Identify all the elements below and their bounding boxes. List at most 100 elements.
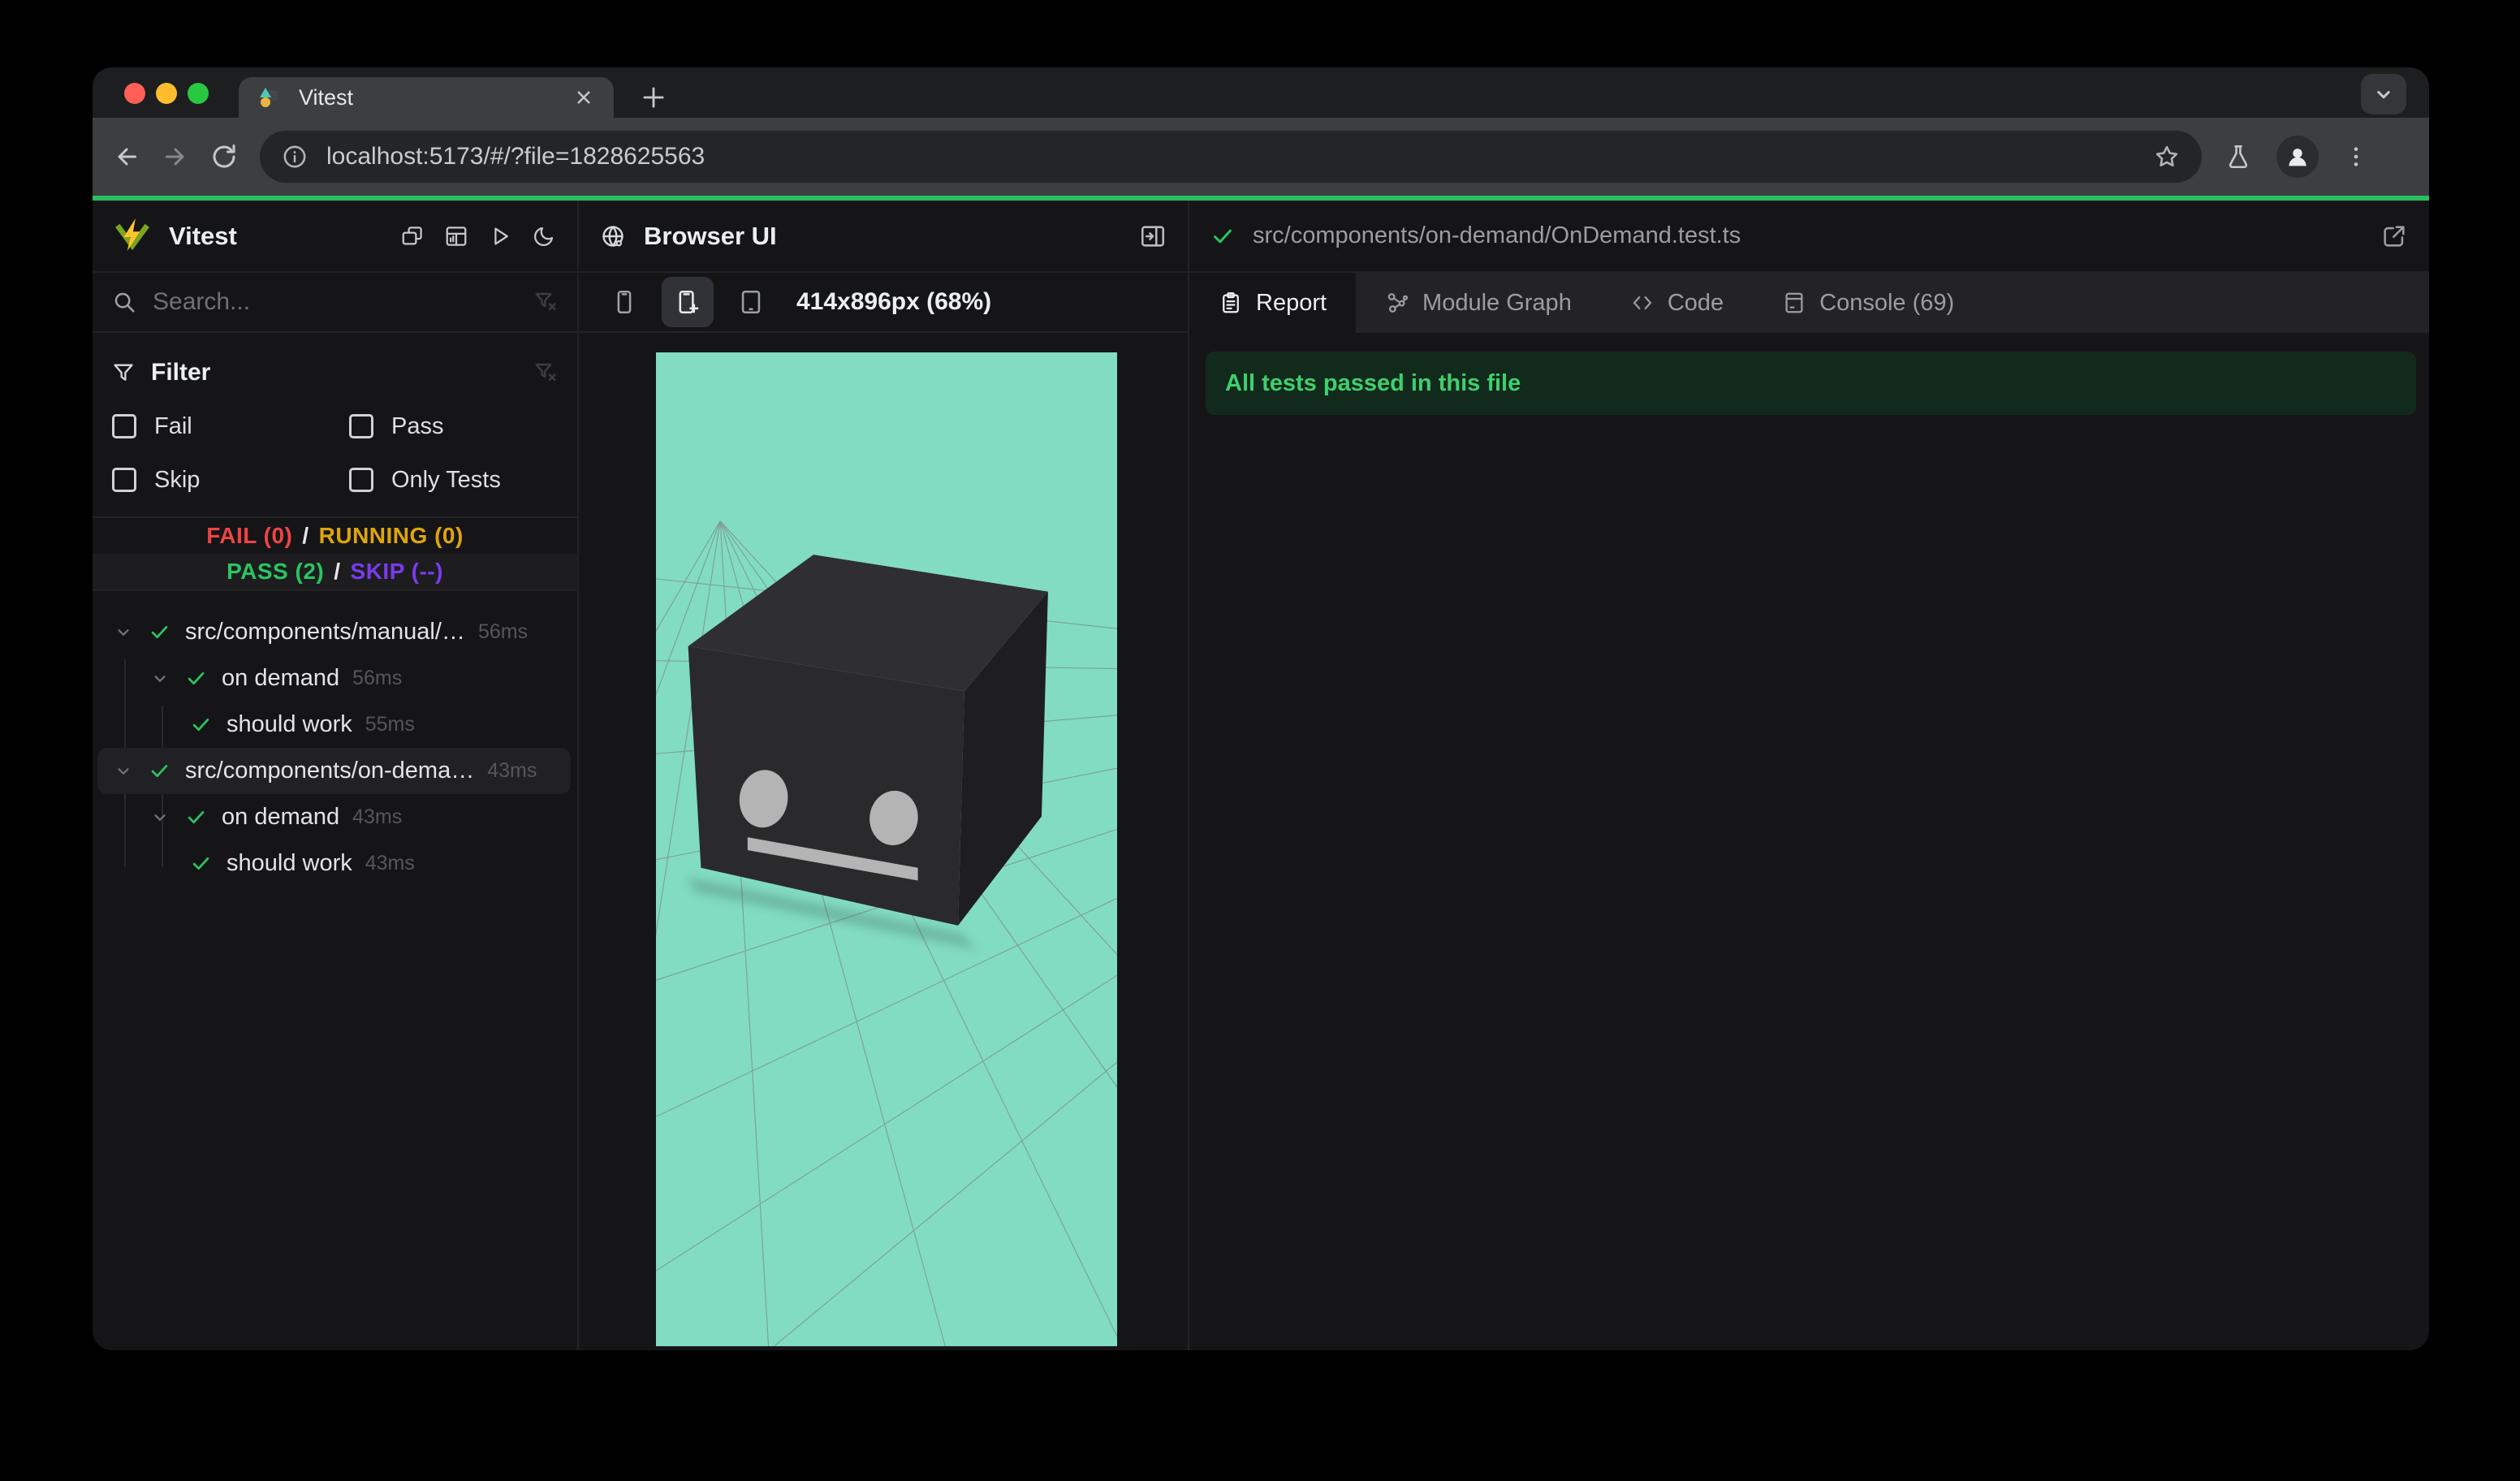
checkbox[interactable]: [112, 414, 136, 438]
test-duration: 56ms: [352, 667, 403, 689]
chevron-down-icon[interactable]: [149, 807, 170, 828]
browser-tabstrip: Vitest: [93, 67, 2429, 118]
sidebar-actions: [400, 224, 556, 248]
reload-icon[interactable]: [209, 142, 239, 171]
device-viewport: [656, 352, 1117, 1346]
site-info-icon[interactable]: [281, 143, 309, 171]
chevron-down-icon[interactable]: [149, 668, 170, 689]
close-window-button[interactable]: [124, 83, 145, 104]
test-name: on demand: [222, 665, 340, 691]
new-tab-button[interactable]: [638, 82, 669, 113]
status-row-fail-running[interactable]: FAIL (0) / RUNNING (0): [93, 518, 577, 554]
viewport-size-label: 414x896px (68%): [796, 288, 992, 315]
tree-row[interactable]: src/components/manual/… 56ms: [97, 609, 571, 655]
test-name: src/components/manual/…: [185, 619, 465, 645]
flask-icon[interactable]: [2224, 143, 2252, 171]
minimize-window-button[interactable]: [156, 83, 177, 104]
status-row-pass-skip[interactable]: PASS (2) / SKIP (--): [93, 554, 577, 589]
clear-filter-icon[interactable]: [533, 361, 558, 385]
panel-right-icon[interactable]: [1139, 222, 1167, 250]
test-file-path: src/components/on-demand/OnDemand.test.t…: [1253, 222, 1741, 248]
filter-option-skip[interactable]: Skip: [112, 460, 349, 500]
filter-options: Fail Pass Skip Only Tests: [112, 406, 558, 500]
window-controls: [124, 83, 209, 104]
module-graph-icon: [1385, 291, 1409, 315]
banner-text: All tests passed in this file: [1225, 369, 1521, 396]
external-link-icon[interactable]: [2380, 222, 2408, 250]
tree-row[interactable]: should work 55ms: [97, 702, 571, 748]
clear-filter-icon[interactable]: [533, 290, 558, 314]
check-icon: [149, 621, 170, 643]
desktop-background: Vitest localhost:5173/#/?file=1828625563…: [0, 0, 2520, 1481]
tab-console-69[interactable]: Console (69): [1753, 273, 1983, 333]
report-content: All tests passed in this file: [1189, 333, 2429, 1350]
filter-option-fail[interactable]: Fail: [112, 406, 349, 447]
search-row: [93, 273, 577, 333]
all-tests-passed-banner: All tests passed in this file: [1206, 352, 2416, 415]
close-tab-icon[interactable]: [572, 85, 596, 110]
tab-code[interactable]: Code: [1601, 273, 1753, 333]
tab-label: Console (69): [1819, 289, 1955, 316]
checkbox[interactable]: [349, 468, 373, 492]
play-icon[interactable]: [488, 224, 512, 248]
bookmark-star-icon[interactable]: [2153, 143, 2181, 171]
filter-header: Filter: [112, 354, 558, 391]
browser-toolbar: localhost:5173/#/?file=1828625563: [93, 118, 2429, 196]
vitest-ui: Vitest Search... Filter Fail Pass Skip O…: [93, 201, 2429, 1350]
forward-icon[interactable]: [161, 142, 190, 171]
check-icon: [1210, 224, 1235, 248]
filter-option-only-tests[interactable]: Only Tests: [349, 460, 558, 500]
chevron-down-icon[interactable]: [113, 622, 134, 643]
browser-tab[interactable]: Vitest: [239, 77, 614, 118]
check-icon: [190, 714, 212, 736]
skip-count: SKIP (--): [350, 559, 443, 584]
tab-label: Report: [1256, 289, 1327, 316]
device-button-phone-small[interactable]: [598, 277, 650, 327]
filter-option-pass[interactable]: Pass: [349, 406, 558, 447]
test-duration: 55ms: [365, 713, 415, 736]
tab-title: Vitest: [299, 84, 354, 110]
chevron-down-icon: [2371, 82, 2396, 106]
tree-row[interactable]: should work 43ms: [97, 840, 571, 887]
sidebar: Vitest Search... Filter Fail Pass Skip O…: [93, 201, 579, 1350]
zoom-window-button[interactable]: [188, 83, 209, 104]
tab-module-graph[interactable]: Module Graph: [1356, 273, 1601, 333]
profile-avatar[interactable]: [2276, 136, 2319, 178]
filter-option-label: Skip: [154, 466, 201, 493]
running-count: RUNNING (0): [318, 523, 464, 548]
browser-window: Vitest localhost:5173/#/?file=1828625563…: [93, 67, 2429, 1350]
test-tree: src/components/manual/… 56ms on demand 56ms…: [93, 591, 577, 1350]
tablet-icon: [737, 288, 765, 316]
code-icon: [1630, 291, 1655, 315]
file-header: src/components/on-demand/OnDemand.test.t…: [1189, 201, 2429, 273]
tab-report[interactable]: Report: [1189, 273, 1357, 333]
tab-search-button[interactable]: [2361, 74, 2406, 114]
tree-row[interactable]: src/components/on-dema… 43ms: [97, 748, 571, 794]
back-icon[interactable]: [112, 142, 141, 171]
browser-menu-icon[interactable]: [2343, 144, 2369, 170]
checkbox[interactable]: [112, 468, 136, 492]
windows-icon[interactable]: [400, 224, 425, 248]
toolbar-right-actions: [2224, 136, 2374, 178]
test-duration: 43ms: [487, 759, 537, 782]
test-name: src/components/on-dema…: [185, 758, 475, 784]
moon-icon[interactable]: [532, 224, 556, 248]
tab-label: Code: [1667, 289, 1724, 316]
filter-option-label: Pass: [391, 412, 444, 439]
dashboard-icon[interactable]: [444, 224, 468, 248]
device-button-phone-plus[interactable]: [662, 277, 714, 327]
filter-section: Filter Fail Pass Skip Only Tests: [93, 333, 577, 518]
chevron-down-icon[interactable]: [113, 761, 134, 782]
app-title: Vitest: [169, 221, 237, 250]
status-summary: FAIL (0) / RUNNING (0) PASS (2) / SKIP (…: [93, 518, 577, 591]
checkbox[interactable]: [349, 414, 373, 438]
tree-row[interactable]: on demand 43ms: [97, 794, 571, 840]
console-icon: [1782, 291, 1806, 315]
filter-option-label: Only Tests: [391, 466, 501, 493]
address-bar[interactable]: localhost:5173/#/?file=1828625563: [260, 131, 2202, 183]
phone-small-icon: [611, 288, 638, 316]
search-input[interactable]: [153, 288, 517, 316]
test-name: should work: [227, 850, 352, 876]
device-button-tablet[interactable]: [725, 277, 777, 327]
tree-row[interactable]: on demand 56ms: [97, 655, 571, 702]
